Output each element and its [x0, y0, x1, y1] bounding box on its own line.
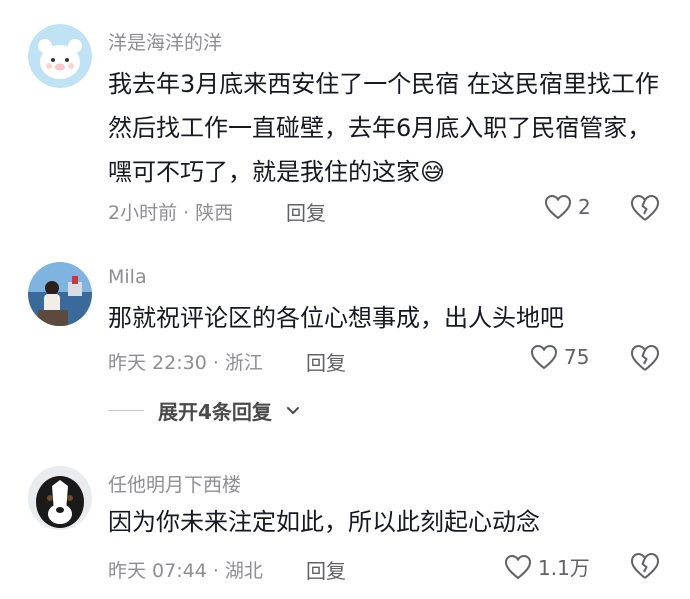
reply-button[interactable]: 回复: [306, 347, 346, 376]
like-count: 2: [578, 195, 591, 219]
dislike-button[interactable]: [630, 344, 660, 374]
photo-avatar-icon[interactable]: [28, 262, 92, 326]
reply-button[interactable]: 回复: [306, 555, 346, 584]
bear-avatar-icon[interactable]: [28, 24, 92, 88]
like-count: 1.1万: [538, 556, 590, 580]
heart-icon: [530, 344, 558, 370]
comment-meta: 昨天 07:44 · 湖北: [108, 560, 263, 582]
comment-text: 那就祝评论区的各位心想事成，出人头地吧: [108, 304, 564, 332]
like-button[interactable]: 75: [530, 344, 589, 370]
comment-meta: 昨天 22:30 · 浙江: [108, 352, 263, 374]
like-button[interactable]: 1.1万: [504, 552, 590, 581]
comment-username[interactable]: 洋是海洋的洋: [108, 28, 222, 55]
expand-replies-label: 展开4条回复: [158, 400, 272, 424]
comment-text: 我去年3月底来西安住了一个民宿 在这民宿里找工作 然后找工作一直碰壁，去年6月底…: [108, 70, 659, 186]
dislike-button[interactable]: [630, 552, 660, 582]
broken-heart-icon: [631, 553, 659, 579]
reply-button[interactable]: 回复: [286, 197, 326, 226]
broken-heart-icon: [631, 195, 659, 221]
comment-text: 因为你未来注定如此，所以此刻起心动念: [108, 508, 540, 536]
like-count: 75: [564, 345, 590, 369]
divider-line: [108, 410, 144, 411]
comment-username[interactable]: 任他明月下西楼: [108, 470, 241, 497]
comment-username[interactable]: Mila: [108, 266, 147, 288]
dog-avatar-icon[interactable]: [28, 466, 92, 530]
comment-meta: 2小时前 · 陕西: [108, 202, 234, 224]
broken-heart-icon: [631, 345, 659, 371]
heart-icon: [544, 194, 572, 220]
expand-replies-button[interactable]: 展开4条回复: [108, 396, 300, 425]
dislike-button[interactable]: [630, 194, 660, 224]
chevron-down-icon: [286, 406, 299, 414]
heart-icon: [504, 554, 532, 579]
like-button[interactable]: 2: [544, 194, 591, 220]
